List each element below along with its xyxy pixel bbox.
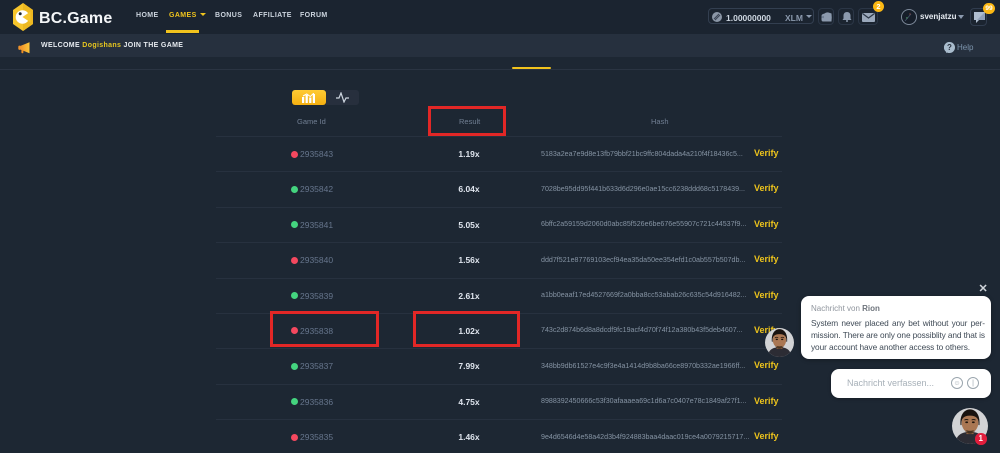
svg-text:?: ? [947,43,952,52]
